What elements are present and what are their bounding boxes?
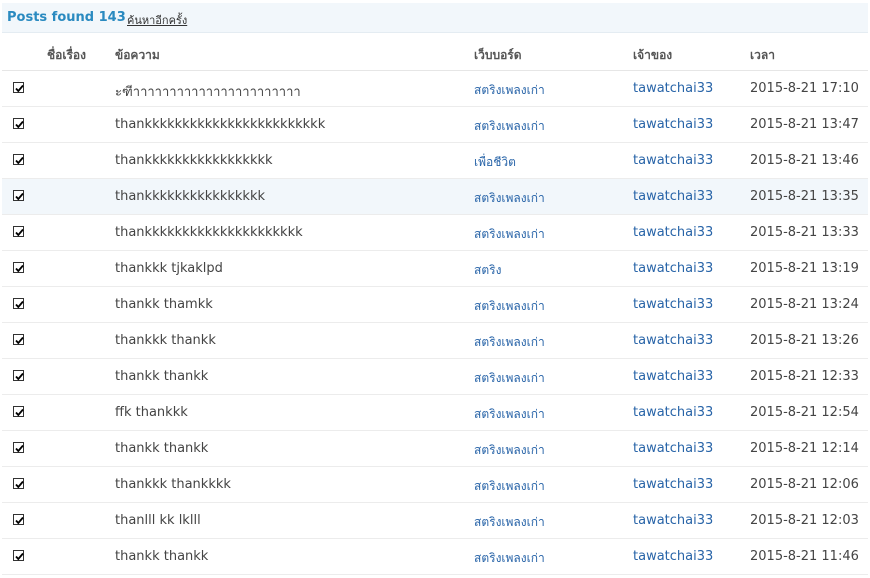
row-board-link[interactable]: สตริงเพลงเก่า — [474, 333, 545, 352]
row-time: 2015-8-21 13:26 — [750, 333, 859, 348]
row-owner-link[interactable]: tawatchai33 — [633, 513, 713, 528]
table-row: thankkkkkkkkkkkkkkkk สตริงเพลงเก่า tawatch… — [2, 179, 868, 215]
header-subject: ชื่อเรื่อง — [47, 48, 86, 62]
row-time: 2015-8-21 13:33 — [750, 225, 859, 240]
row-time: 2015-8-21 12:33 — [750, 369, 859, 384]
table-row: thankkk tjkaklpd สตริง tawatchai33 2015-8-2… — [2, 251, 868, 287]
row-owner-link[interactable]: tawatchai33 — [633, 441, 713, 456]
checkbox-checked-icon[interactable] — [13, 262, 24, 273]
checkbox-checked-icon[interactable] — [13, 406, 24, 417]
row-owner-link[interactable]: tawatchai33 — [633, 153, 713, 168]
row-time: 2015-8-21 13:24 — [750, 297, 859, 312]
header-message: ข้อความ — [115, 48, 160, 62]
row-board-link[interactable]: สตริงเพลงเก่า — [474, 477, 545, 496]
row-message: thankk thankk — [115, 441, 209, 456]
row-time: 2015-8-21 12:14 — [750, 441, 859, 456]
row-owner-link[interactable]: tawatchai33 — [633, 369, 713, 384]
checkbox-checked-icon[interactable] — [13, 82, 24, 93]
row-message: thankkkkkkkkkkkkkkkkkkkkkkkk — [115, 117, 326, 132]
checkbox-checked-icon[interactable] — [13, 334, 24, 345]
checkbox-checked-icon[interactable] — [13, 442, 24, 453]
row-owner-link[interactable]: tawatchai33 — [633, 333, 713, 348]
row-message: thankkk thankkkk — [115, 477, 231, 492]
table-row: thankkkkkkkkkkkkkkkkkkkkkkkk สตริงเพลงเก่… — [2, 107, 868, 143]
checkbox-checked-icon[interactable] — [13, 514, 24, 525]
row-time: 2015-8-21 12:06 — [750, 477, 859, 492]
row-message: ffk thankkk — [115, 405, 188, 420]
row-board-link[interactable]: สตริงเพลงเก่า — [474, 81, 545, 100]
row-board-link[interactable]: สตริงเพลงเก่า — [474, 441, 545, 460]
row-message: thankk thankk — [115, 369, 209, 384]
row-time: 2015-8-21 11:46 — [750, 549, 859, 564]
row-time: 2015-8-21 12:03 — [750, 513, 859, 528]
row-message: thankk thankk — [115, 549, 209, 564]
header-owner: เจ้าของ — [633, 48, 673, 62]
row-board-link[interactable]: สตริงเพลงเก่า — [474, 513, 545, 532]
table-row: thankk thankk สตริงเพลงเก่า tawatchai33 201… — [2, 359, 868, 395]
row-time: 2015-8-21 12:54 — [750, 405, 859, 420]
row-message: thankkk tjkaklpd — [115, 261, 223, 276]
row-board-link[interactable]: สตริงเพลงเก่า — [474, 549, 545, 568]
row-time: 2015-8-21 13:46 — [750, 153, 859, 168]
row-message: thankkkkkkkkkkkkkkkk — [115, 189, 265, 204]
row-message: ะฑีาาาาาาาาาาาาาาาาาาาาาาา — [115, 85, 301, 100]
checkbox-checked-icon[interactable] — [13, 370, 24, 381]
checkbox-checked-icon[interactable] — [13, 550, 24, 561]
row-message: thankkkkkkkkkkkkkkkkk — [115, 153, 273, 168]
row-time: 2015-8-21 17:10 — [750, 81, 859, 96]
results-bar: Posts found 143 ค้นหาอีกครั้ง — [2, 3, 868, 33]
table-row: ะฑีาาาาาาาาาาาาาาาาาาาาาาา สตริงเพลงเก่า t… — [2, 71, 868, 107]
row-board-link[interactable]: เพื่อชีวิต — [474, 153, 516, 172]
checkbox-checked-icon[interactable] — [13, 478, 24, 489]
row-message: thanlll kk lklll — [115, 513, 201, 528]
checkbox-checked-icon[interactable] — [13, 298, 24, 309]
row-owner-link[interactable]: tawatchai33 — [633, 81, 713, 96]
checkbox-checked-icon[interactable] — [13, 154, 24, 165]
row-owner-link[interactable]: tawatchai33 — [633, 405, 713, 420]
row-board-link[interactable]: สตริงเพลงเก่า — [474, 297, 545, 316]
table-row: thanlll kk lklll สตริงเพลงเก่า tawatchai33… — [2, 503, 868, 539]
row-board-link[interactable]: สตริงเพลงเก่า — [474, 369, 545, 388]
row-board-link[interactable]: สตริงเพลงเก่า — [474, 405, 545, 424]
table-row: thankkk thankkkk สตริงเพลงเก่า tawatchai33… — [2, 467, 868, 503]
header-time: เวลา — [750, 48, 775, 62]
header-board: เว็บบอร์ด — [474, 48, 522, 62]
row-board-link[interactable]: สตริง — [474, 261, 501, 280]
row-owner-link[interactable]: tawatchai33 — [633, 297, 713, 312]
row-owner-link[interactable]: tawatchai33 — [633, 189, 713, 204]
row-owner-link[interactable]: tawatchai33 — [633, 477, 713, 492]
table-row: thankkkkkkkkkkkkkkkkk เพื่อชีวิต tawatchai… — [2, 143, 868, 179]
table-header: ชื่อเรื่อง ข้อความ เว็บบอร์ด เจ้าของ เวล… — [2, 36, 868, 71]
checkbox-checked-icon[interactable] — [13, 226, 24, 237]
row-board-link[interactable]: สตริงเพลงเก่า — [474, 225, 545, 244]
row-board-link[interactable]: สตริงเพลงเก่า — [474, 117, 545, 136]
row-owner-link[interactable]: tawatchai33 — [633, 117, 713, 132]
row-time: 2015-8-21 13:47 — [750, 117, 859, 132]
row-owner-link[interactable]: tawatchai33 — [633, 549, 713, 564]
row-owner-link[interactable]: tawatchai33 — [633, 225, 713, 240]
row-message: thankk thamkk — [115, 297, 213, 312]
table-row: ffk thankkk สตริงเพลงเก่า tawatchai33 2015-… — [2, 395, 868, 431]
row-owner-link[interactable]: tawatchai33 — [633, 261, 713, 276]
row-board-link[interactable]: สตริงเพลงเก่า — [474, 189, 545, 208]
row-time: 2015-8-21 13:19 — [750, 261, 859, 276]
table-row: thankkk thankk สตริงเพลงเก่า tawatchai33 20… — [2, 323, 868, 359]
row-message: thankkkkkkkkkkkkkkkkkkkkk — [115, 225, 303, 240]
row-time: 2015-8-21 13:35 — [750, 189, 859, 204]
posts-found-count: Posts found 143 — [7, 10, 126, 25]
checkbox-checked-icon[interactable] — [13, 118, 24, 129]
table-row: thankk thankk สตริงเพลงเก่า tawatchai33 201… — [2, 539, 868, 575]
row-message: thankkk thankk — [115, 333, 216, 348]
table-row: thankk thamkk สตริงเพลงเก่า tawatchai33 201… — [2, 287, 868, 323]
search-again-link[interactable]: ค้นหาอีกครั้ง — [127, 11, 187, 29]
table-row: thankk thankk สตริงเพลงเก่า tawatchai33 201… — [2, 431, 868, 467]
checkbox-checked-icon[interactable] — [13, 190, 24, 201]
table-row: thankkkkkkkkkkkkkkkkkkkkk สตริงเพลงเก่า ta… — [2, 215, 868, 251]
